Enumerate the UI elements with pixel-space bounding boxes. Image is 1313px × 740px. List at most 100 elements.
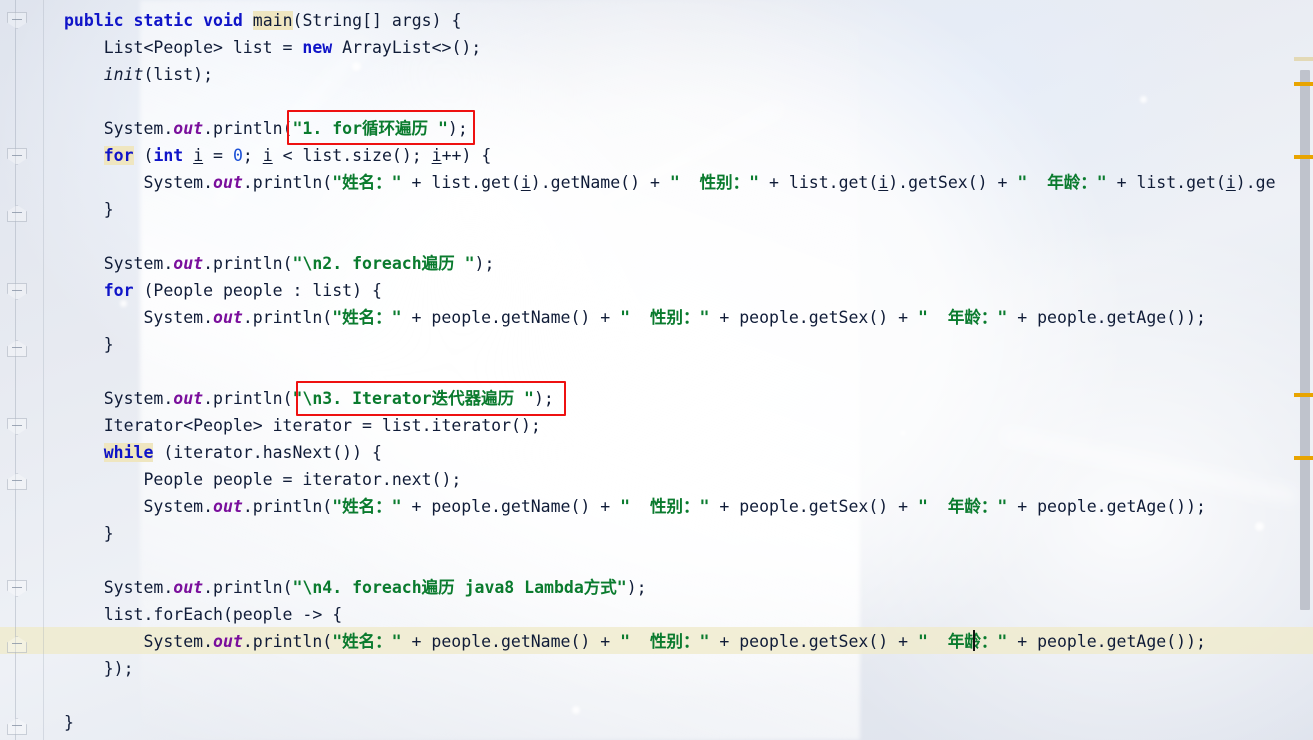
code-token: " 年龄：" bbox=[918, 308, 1008, 327]
code-token: for bbox=[103, 281, 134, 300]
code-token: + list.get( bbox=[1106, 173, 1226, 192]
code-line[interactable]: init(list); bbox=[64, 62, 213, 89]
code-line[interactable]: } bbox=[64, 521, 114, 548]
code-token: System. bbox=[64, 389, 174, 408]
code-token: for bbox=[103, 146, 134, 165]
code-token: out bbox=[173, 389, 204, 408]
code-token: .println( bbox=[203, 389, 293, 408]
code-token: " 年龄：" bbox=[918, 632, 1008, 651]
code-token: System. bbox=[64, 632, 214, 651]
code-token: "姓名：" bbox=[332, 308, 402, 327]
code-token: "姓名：" bbox=[332, 497, 402, 516]
code-token: } bbox=[64, 200, 114, 219]
code-line[interactable]: System.out.println("姓名：" + people.getNam… bbox=[64, 305, 1206, 332]
code-token: i bbox=[431, 146, 442, 165]
code-line[interactable]: System.out.println("\n2. foreach遍历 "); bbox=[64, 251, 495, 278]
red-box-for-loop-title bbox=[287, 110, 475, 145]
code-token: + people.getName() + bbox=[401, 497, 621, 516]
code-line[interactable]: public static void main(String[] args) { bbox=[64, 8, 461, 35]
code-line[interactable]: for (People people : list) { bbox=[64, 278, 382, 305]
code-token: .println( bbox=[203, 254, 293, 273]
code-token: ); bbox=[474, 254, 495, 273]
code-token: ArrayList<>(); bbox=[332, 38, 482, 57]
code-token: while bbox=[103, 443, 154, 462]
code-line[interactable]: }); bbox=[64, 656, 134, 683]
code-token: ).getName() + bbox=[530, 173, 670, 192]
code-line[interactable]: Iterator<People> iterator = list.iterato… bbox=[64, 413, 541, 440]
code-token: < list.size(); bbox=[272, 146, 432, 165]
code-token: out bbox=[173, 254, 204, 273]
code-token: + people.getName() + bbox=[401, 308, 621, 327]
code-token: " 性别：" bbox=[620, 632, 710, 651]
code-token: List<People> list = bbox=[64, 38, 303, 57]
code-token: + list.get( bbox=[401, 173, 521, 192]
code-token: + people.getSex() + bbox=[709, 308, 919, 327]
code-token: (iterator.hasNext()) { bbox=[153, 443, 382, 462]
code-token: System. bbox=[64, 497, 214, 516]
code-token: + people.getName() + bbox=[401, 632, 621, 651]
code-token: .println( bbox=[242, 497, 333, 516]
code-line[interactable]: System.out.println("姓名：" + people.getNam… bbox=[64, 494, 1206, 521]
code-token: ); bbox=[626, 578, 647, 597]
code-token: .println( bbox=[203, 578, 293, 597]
code-token: public bbox=[64, 11, 124, 30]
code-token: } bbox=[64, 524, 114, 543]
code-token: main bbox=[252, 11, 293, 30]
code-token: = bbox=[203, 146, 233, 165]
code-token: System. bbox=[64, 173, 214, 192]
editor-scrollbar[interactable] bbox=[1294, 0, 1313, 740]
code-token: + people.getAge()); bbox=[1007, 497, 1206, 516]
code-line[interactable]: for (int i = 0; i < list.size(); i++) { bbox=[64, 143, 491, 170]
code-token: } bbox=[64, 713, 74, 732]
code-token: "\n2. foreach遍历 " bbox=[292, 254, 475, 273]
code-line[interactable]: System.out.println("姓名：" + people.getNam… bbox=[64, 629, 1206, 656]
code-token: int bbox=[153, 146, 184, 165]
code-line[interactable]: } bbox=[64, 710, 74, 737]
code-token: "\n4. foreach遍历 java8 Lambda方式" bbox=[292, 578, 627, 597]
code-token: (People people : list) { bbox=[133, 281, 382, 300]
code-token: void bbox=[203, 11, 243, 30]
code-token: out bbox=[213, 497, 243, 516]
code-token: ; bbox=[242, 146, 263, 165]
code-line[interactable]: while (iterator.hasNext()) { bbox=[64, 440, 382, 467]
code-editor[interactable]: public static void main(String[] args) {… bbox=[0, 0, 1313, 740]
code-token: " 年龄：" bbox=[1017, 173, 1107, 192]
code-token: .println( bbox=[242, 632, 333, 651]
code-line[interactable]: People people = iterator.next(); bbox=[64, 467, 461, 494]
code-token: + list.get( bbox=[759, 173, 879, 192]
scrollbar-marker-warning[interactable] bbox=[1294, 456, 1313, 460]
code-token: out bbox=[173, 578, 204, 597]
code-token: " 性别：" bbox=[620, 308, 710, 327]
code-token: ( bbox=[133, 146, 154, 165]
code-line[interactable]: System.out.println("姓名：" + list.get(i).g… bbox=[64, 170, 1275, 197]
code-token: (String[] args) { bbox=[292, 11, 462, 30]
code-token: + people.getAge()); bbox=[1007, 308, 1206, 327]
code-token: "姓名：" bbox=[332, 173, 402, 192]
code-token: static bbox=[133, 11, 194, 30]
code-line[interactable]: } bbox=[64, 197, 114, 224]
scrollbar-marker-info[interactable] bbox=[1294, 57, 1313, 61]
red-box-iterator-title bbox=[296, 381, 566, 416]
code-token: out bbox=[213, 308, 243, 327]
code-line[interactable]: System.out.println("\n4. foreach遍历 java8… bbox=[64, 575, 647, 602]
code-line[interactable]: list.forEach(people -> { bbox=[64, 602, 342, 629]
scrollbar-marker-warning[interactable] bbox=[1294, 82, 1313, 86]
code-line[interactable]: } bbox=[64, 332, 114, 359]
code-token: System. bbox=[64, 308, 214, 327]
code-text-area[interactable]: public static void main(String[] args) {… bbox=[0, 0, 1313, 740]
scrollbar-thumb[interactable] bbox=[1300, 70, 1310, 610]
code-token: (list); bbox=[143, 65, 214, 84]
code-token: init bbox=[103, 65, 144, 84]
scrollbar-marker-warning[interactable] bbox=[1294, 155, 1313, 159]
code-token: 0 bbox=[232, 146, 243, 165]
scrollbar-marker-warning[interactable] bbox=[1294, 393, 1313, 397]
code-token: "姓名：" bbox=[332, 632, 402, 651]
code-token: + people.getAge()); bbox=[1007, 632, 1206, 651]
code-line[interactable]: List<People> list = new ArrayList<>(); bbox=[64, 35, 482, 62]
code-token: new bbox=[302, 38, 333, 57]
code-token: System. bbox=[64, 254, 174, 273]
code-token: ).getSex() + bbox=[888, 173, 1018, 192]
